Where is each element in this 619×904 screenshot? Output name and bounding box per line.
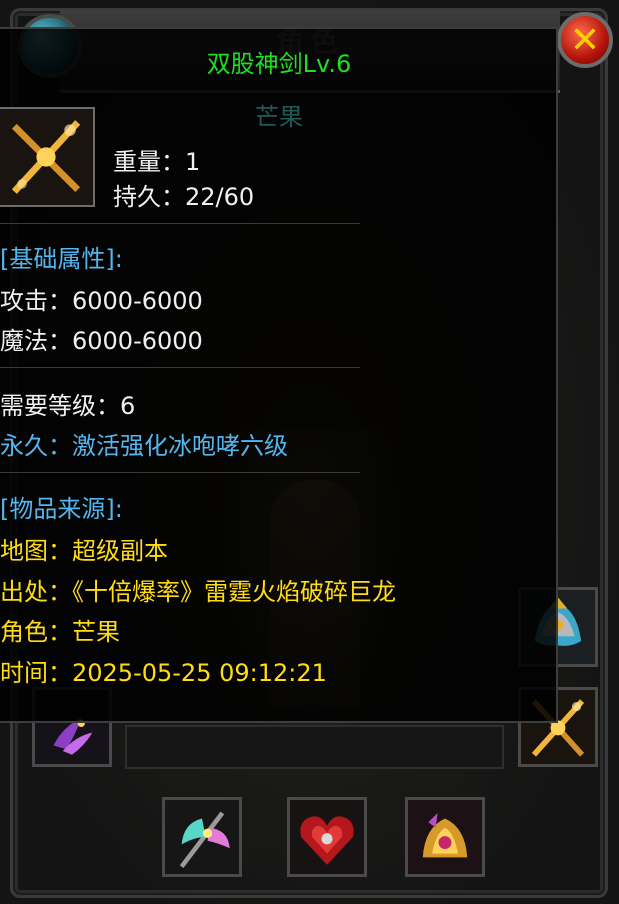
required-level: 需要等级：6 bbox=[0, 392, 136, 420]
golden-mount-icon bbox=[408, 800, 482, 874]
axe-icon bbox=[165, 800, 239, 874]
item-icon-frame bbox=[0, 107, 95, 207]
close-button[interactable]: ✕ bbox=[557, 12, 613, 68]
equip-slot-mount[interactable] bbox=[405, 797, 485, 877]
permanent-effect: 永久：激活强化冰咆哮六级 bbox=[0, 432, 288, 460]
item-source-header: [物品来源]: bbox=[0, 495, 123, 523]
base-attributes-header: [基础属性]: bbox=[0, 245, 123, 273]
item-durability: 持久：22/60 bbox=[113, 183, 255, 211]
item-name: 双股神剑Lv.6 bbox=[206, 50, 352, 78]
divider bbox=[0, 223, 360, 224]
divider bbox=[0, 472, 360, 473]
crossed-swords-icon bbox=[0, 109, 93, 205]
item-tooltip: 双股神剑Lv.6 芒果 重量：1 持久：22/60 [基础属性]: 攻击：600… bbox=[0, 27, 558, 723]
attack-stat: 攻击：6000-6000 bbox=[0, 287, 203, 315]
close-icon: ✕ bbox=[569, 19, 601, 61]
equip-slot-axe[interactable] bbox=[162, 797, 242, 877]
character-bottom-box bbox=[125, 725, 504, 769]
heart-armor-icon bbox=[290, 800, 364, 874]
divider bbox=[0, 367, 360, 368]
source-character: 角色：芒果 bbox=[0, 618, 120, 646]
magic-stat: 魔法：6000-6000 bbox=[0, 327, 203, 355]
equip-slot-armor[interactable] bbox=[287, 797, 367, 877]
item-weight: 重量：1 bbox=[113, 148, 201, 176]
source-map: 地图：超级副本 bbox=[0, 537, 168, 565]
source-time: 时间：2025-05-25 09:12:21 bbox=[0, 659, 327, 687]
source-origin: 出处：《十倍爆率》雷霆火焰破碎巨龙 bbox=[0, 578, 396, 606]
